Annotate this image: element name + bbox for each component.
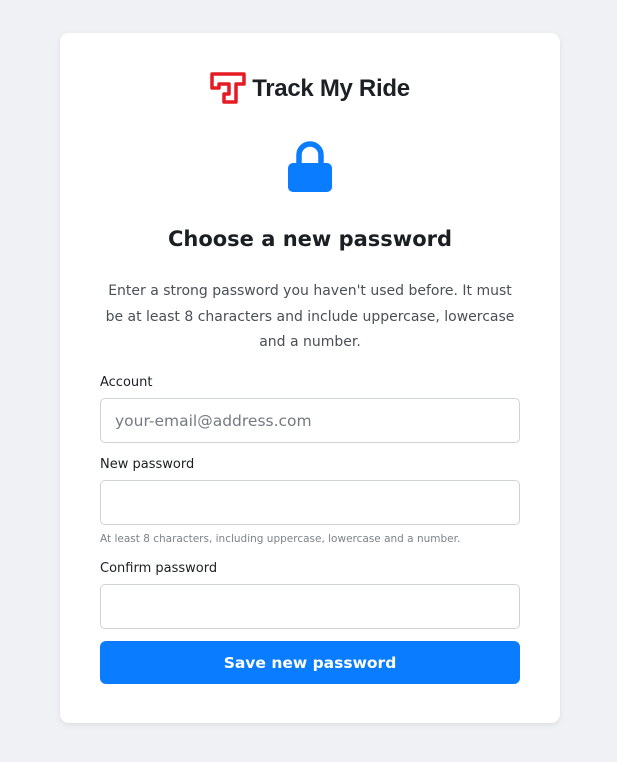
brand-name: Track My Ride	[252, 74, 410, 102]
password-hint: At least 8 characters, including upperca…	[100, 533, 461, 545]
new-password-input[interactable]	[100, 480, 520, 525]
save-new-password-button[interactable]: Save new password	[100, 641, 520, 684]
brand: Track My Ride	[60, 72, 560, 104]
page-description: Enter a strong password you haven't used…	[105, 283, 515, 350]
account-email-input[interactable]	[100, 398, 520, 443]
account-label: Account	[100, 375, 153, 390]
confirm-password-input[interactable]	[100, 584, 520, 629]
reset-password-card: Track My Ride Choose a new password Ente…	[60, 33, 560, 723]
track-my-ride-logo-icon	[210, 72, 246, 104]
confirm-password-label: Confirm password	[100, 561, 218, 576]
lock-icon	[288, 141, 332, 192]
new-password-label: New password	[100, 457, 195, 472]
page-title: Choose a new password	[167, 227, 453, 251]
